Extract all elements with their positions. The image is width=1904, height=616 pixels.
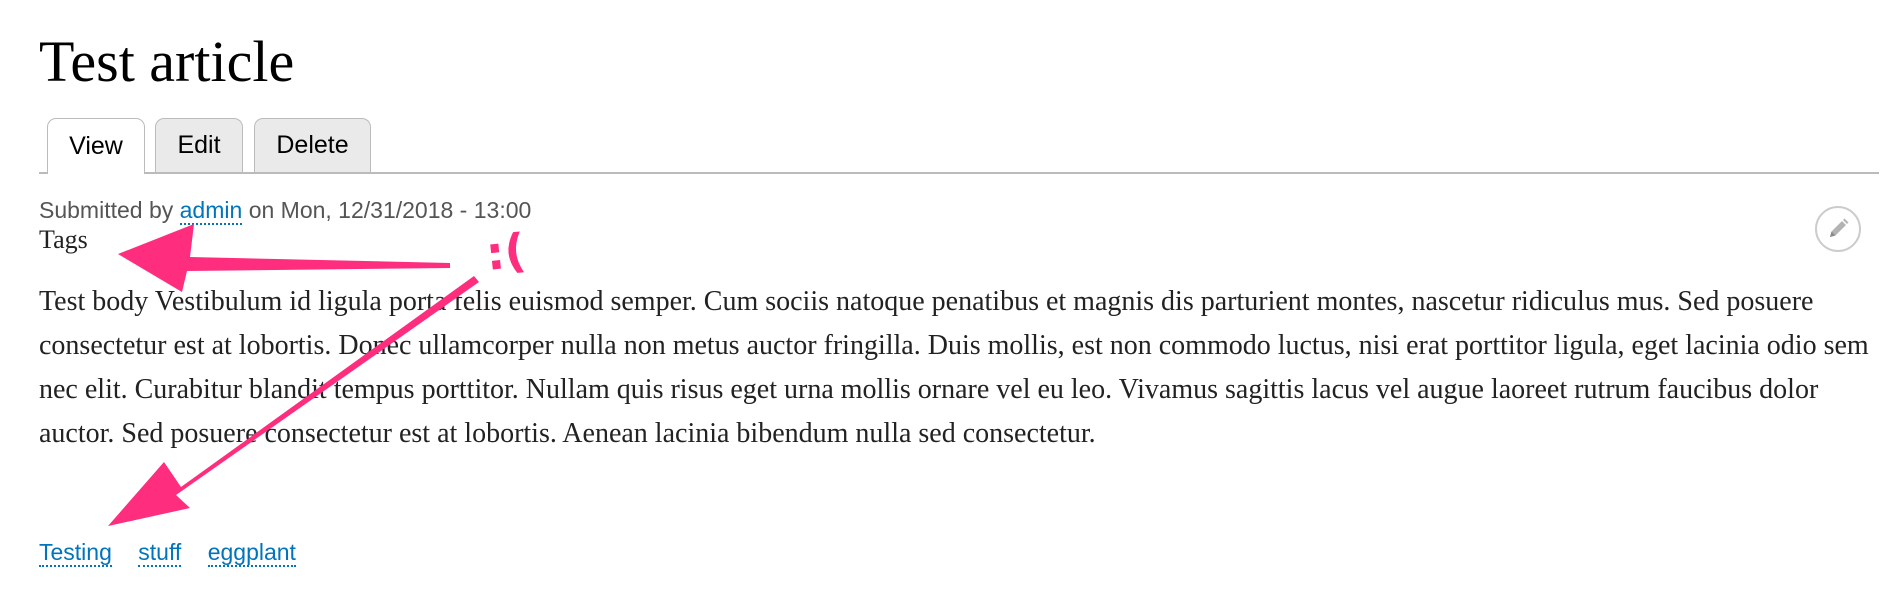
tag-link-eggplant[interactable]: eggplant bbox=[207, 539, 296, 567]
tag-link-stuff[interactable]: stuff bbox=[138, 539, 182, 567]
tag-link-testing[interactable]: Testing bbox=[39, 539, 112, 567]
annotation-sad-face: :( bbox=[483, 223, 529, 281]
page-title: Test article bbox=[39, 29, 295, 94]
author-link[interactable]: admin bbox=[179, 197, 243, 225]
contextual-edit-button[interactable] bbox=[1815, 206, 1861, 252]
tab-delete[interactable]: Delete bbox=[254, 118, 371, 172]
pencil-icon bbox=[1830, 218, 1849, 237]
submitted-date: on Mon, 12/31/2018 - 13:00 bbox=[248, 197, 532, 223]
tab-edit[interactable]: Edit bbox=[155, 118, 243, 172]
article-body: Test body Vestibulum id ligula porta fel… bbox=[39, 286, 1869, 449]
tab-view[interactable]: View bbox=[47, 118, 145, 174]
submitted-info: Submitted by admin on Mon, 12/31/2018 - … bbox=[39, 194, 531, 226]
local-tasks-tabs: View Edit Delete bbox=[39, 118, 1879, 174]
tag-links: Testing stuff eggplant bbox=[39, 536, 316, 568]
tags-heading: Tags bbox=[39, 225, 88, 254]
submitted-prefix: Submitted by bbox=[39, 197, 174, 223]
